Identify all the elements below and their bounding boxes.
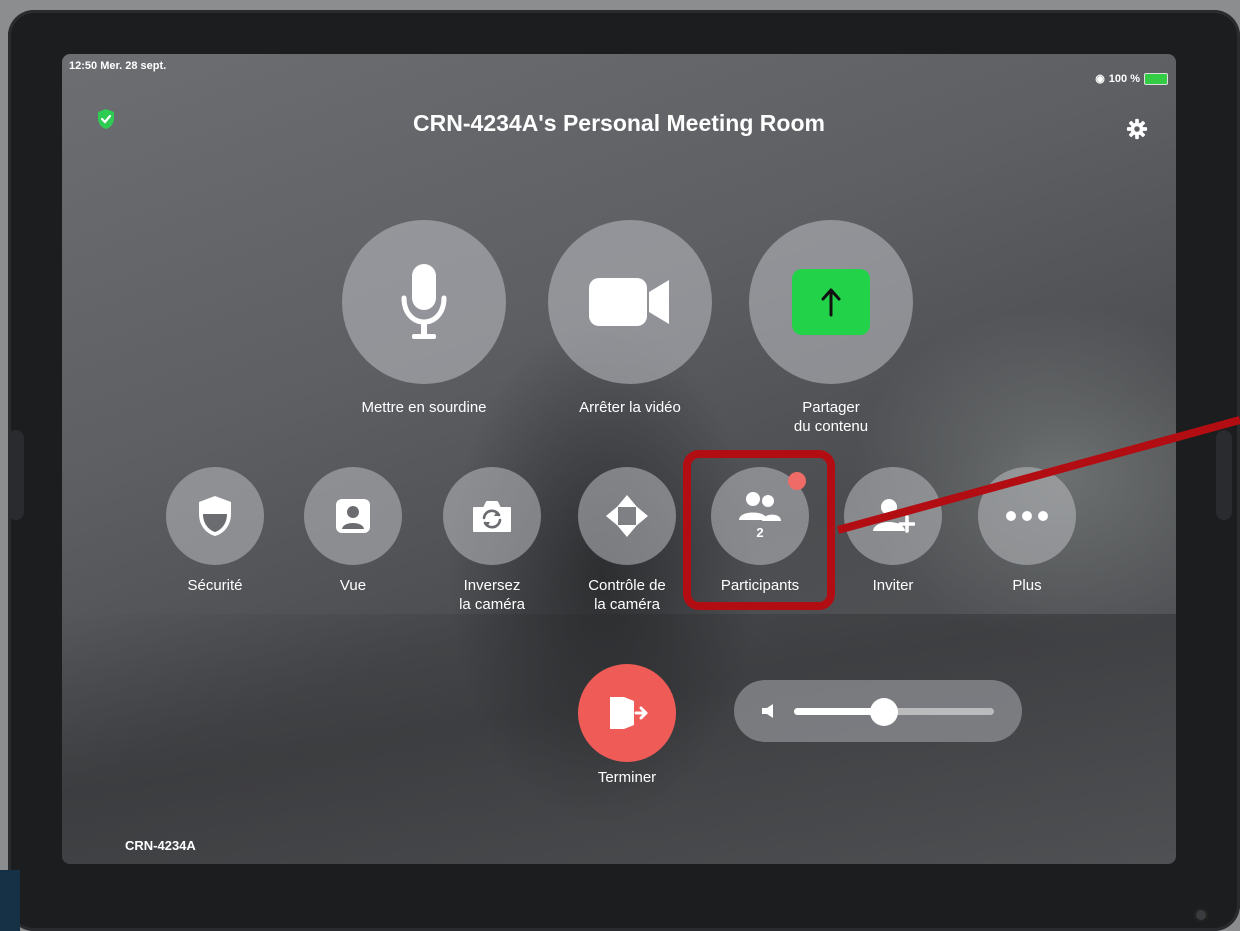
frame-bump-left — [8, 430, 24, 520]
volume-control[interactable] — [734, 680, 1022, 742]
stop-video-label: Arrêter la vidéo — [579, 399, 681, 416]
microphone-icon — [401, 264, 447, 339]
share-icon-tile — [792, 269, 870, 335]
add-person-icon — [873, 499, 915, 533]
invite-button[interactable] — [844, 467, 942, 565]
tablet-screen: 12:50 Mer. 28 sept. ◉ 100 % CRN-4234A's … — [62, 54, 1176, 864]
status-time-date: 12:50 Mer. 28 sept. — [69, 60, 167, 72]
person-view-icon — [336, 499, 370, 533]
meeting-title: CRN-4234A's Personal Meeting Room — [413, 110, 825, 136]
security-label: Sécurité — [187, 577, 243, 594]
camera-control-label: Contrôle de la caméra — [588, 577, 666, 613]
flip-camera-label: Inversez la caméra — [459, 577, 525, 613]
invite-label: Inviter — [872, 577, 914, 594]
battery-icon — [1144, 72, 1168, 85]
stop-video-button[interactable] — [548, 220, 712, 384]
screw — [1194, 908, 1208, 922]
volume-track[interactable] — [794, 698, 994, 726]
view-button[interactable] — [304, 467, 402, 565]
wifi-icon: ◉ — [1095, 73, 1105, 85]
camera-flip-icon — [473, 501, 511, 532]
move-arrows-icon — [606, 495, 648, 537]
share-up-arrow-icon — [821, 288, 841, 317]
shield-icon — [199, 496, 231, 536]
status-battery: ◉ 100 % — [1095, 72, 1168, 85]
more-label: Plus — [1012, 577, 1042, 594]
more-dots-icon — [1006, 511, 1048, 521]
end-meeting-label: Terminer — [597, 769, 657, 786]
mute-button[interactable] — [342, 220, 506, 384]
battery-percent: 100 % — [1108, 72, 1140, 85]
share-content-label: Partager du contenu — [793, 399, 869, 435]
mute-label: Mettre en sourdine — [361, 399, 487, 416]
security-button[interactable] — [166, 467, 264, 565]
volume-slider-thumb[interactable] — [870, 698, 898, 726]
settings-gear-icon[interactable] — [1126, 118, 1148, 140]
flip-camera-button[interactable] — [443, 467, 541, 565]
share-content-button[interactable] — [749, 220, 913, 384]
video-camera-icon — [589, 278, 669, 326]
frame-bump-right — [1216, 430, 1232, 520]
view-label: Vue — [339, 577, 367, 594]
camera-control-button[interactable] — [578, 467, 676, 565]
background-strip — [0, 870, 20, 931]
room-id: CRN-4234A — [125, 838, 196, 853]
participants-highlight — [683, 450, 835, 610]
more-button[interactable] — [978, 467, 1076, 565]
exit-door-icon — [610, 697, 648, 729]
end-meeting-button[interactable] — [578, 664, 676, 762]
speaker-icon — [762, 704, 773, 718]
